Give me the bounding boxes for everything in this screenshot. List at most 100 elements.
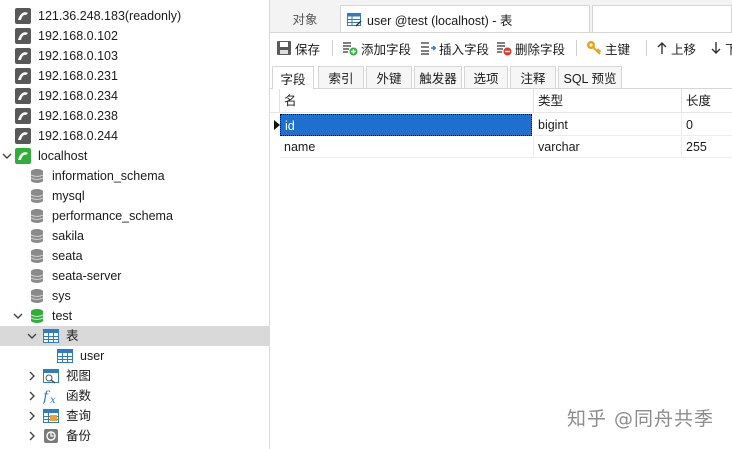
tab-label: 选项 [473, 72, 499, 86]
move-down-label: 下 [725, 42, 732, 57]
cell-value: 255 [686, 140, 707, 154]
tree-item-functions[interactable]: fx 函数 [0, 386, 269, 406]
cell-value: 0 [686, 118, 693, 132]
field-length-cell[interactable]: 255 [682, 136, 732, 158]
tree-item-label: 121.36.248.183(readonly) [38, 9, 182, 23]
database-icon [29, 228, 45, 244]
field-length-cell[interactable]: 0 [682, 114, 732, 136]
tree-item-database[interactable]: seata-server [0, 266, 269, 286]
add-field-label: 添加字段 [361, 42, 412, 57]
view-icon [43, 368, 59, 384]
delete-field-label: 删除字段 [515, 42, 566, 57]
table-icon [57, 348, 73, 364]
tab-indexes[interactable]: 索引 [318, 66, 364, 88]
save-label: 保存 [295, 42, 321, 57]
tree-item-connection[interactable]: 192.168.0.234 [0, 86, 269, 106]
mysql-connection-icon [15, 128, 31, 144]
document-tab-bar: 对象 user @test (localhost) - 表 [270, 0, 732, 33]
tree-item-database[interactable]: mysql [0, 186, 269, 206]
tree-item-tables[interactable]: 表 [0, 326, 269, 346]
database-icon [29, 288, 45, 304]
tree-item-database-test[interactable]: test [0, 306, 269, 326]
cell-value: name [284, 140, 316, 154]
insert-field-button[interactable]: 插入字段 [420, 37, 489, 59]
tree-item-database[interactable]: performance_schema [0, 206, 269, 226]
tab-label: 字段 [280, 72, 306, 87]
header-label: 长度 [686, 94, 712, 108]
database-open-icon [29, 308, 45, 324]
mysql-connection-icon [15, 108, 31, 124]
tree-item-label: sakila [52, 229, 84, 243]
svg-text:x: x [50, 395, 56, 404]
column-header-length[interactable]: 长度 [682, 89, 732, 113]
tree-item-connection[interactable]: 192.168.0.102 [0, 26, 269, 46]
chevron-right-icon[interactable] [25, 386, 39, 406]
chevron-down-icon[interactable] [0, 146, 14, 166]
tree-item-label: 表 [66, 329, 79, 343]
tree-item-connection[interactable]: 192.168.0.103 [0, 46, 269, 66]
tree-item-label: 备份 [66, 429, 92, 443]
add-field-button[interactable]: 添加字段 [342, 37, 411, 59]
tree-item-database[interactable]: sakila [0, 226, 269, 246]
delete-field-button[interactable]: 删除字段 [496, 37, 565, 59]
editor-panel: 对象 user @test (localhost) - 表 保存 添加字段 插入… [270, 0, 732, 449]
tree-item-connection[interactable]: 121.36.248.183(readonly) [0, 6, 269, 26]
field-type-cell[interactable]: bigint [534, 114, 682, 136]
mysql-connection-icon [15, 68, 31, 84]
tab-label: 对象 [292, 13, 318, 27]
chevron-down-icon[interactable] [25, 326, 39, 346]
move-down-button[interactable]: 下 [710, 37, 732, 59]
tree-item-label: seata-server [52, 269, 122, 283]
tree-item-backups[interactable]: 备份 [0, 426, 269, 446]
tree-item-database[interactable]: sys [0, 286, 269, 306]
tree-item-label: 查询 [66, 409, 92, 423]
tab-sql-preview[interactable]: SQL 预览 [558, 66, 622, 88]
insert-field-icon [421, 42, 436, 55]
tab-foreign-keys[interactable]: 外键 [366, 66, 412, 88]
tab-triggers[interactable]: 触发器 [414, 66, 462, 88]
mysql-connection-icon [15, 88, 31, 104]
query-icon [43, 408, 59, 424]
tree-item-connection[interactable]: 192.168.0.231 [0, 66, 269, 86]
database-icon [29, 248, 45, 264]
chevron-right-icon[interactable] [25, 406, 39, 426]
watermark: 知乎 @同舟共季 [566, 408, 714, 430]
add-field-icon [343, 42, 358, 56]
tab-options[interactable]: 选项 [464, 66, 508, 88]
tree-item-localhost[interactable]: localhost [0, 146, 269, 166]
tree-item-label: information_schema [52, 169, 165, 183]
save-button[interactable]: 保存 [276, 37, 320, 59]
tree-item-label: test [52, 309, 73, 323]
function-icon: fx [42, 388, 59, 406]
tree-item-table-user[interactable]: user [0, 346, 269, 366]
delete-field-icon [497, 42, 512, 56]
tree-item-label: 192.168.0.231 [38, 69, 118, 83]
tree-item-connection[interactable]: 192.168.0.238 [0, 106, 269, 126]
chevron-down-icon[interactable] [11, 306, 25, 326]
column-header-type[interactable]: 类型 [534, 89, 682, 113]
tab-objects[interactable]: 对象 [270, 5, 340, 32]
field-name-cell[interactable]: name [280, 136, 534, 158]
primary-key-button[interactable]: 主键 [586, 37, 630, 59]
database-icon [29, 188, 45, 204]
tree-item-label: 192.168.0.244 [38, 129, 118, 143]
tree-item-database[interactable]: information_schema [0, 166, 269, 186]
field-type-cell[interactable]: varchar [534, 136, 682, 158]
chevron-right-icon[interactable] [25, 366, 39, 386]
tab-comments[interactable]: 注释 [510, 66, 556, 88]
tree-item-views[interactable]: 视图 [0, 366, 269, 386]
tree-item-database[interactable]: seata [0, 246, 269, 266]
tab-table-design[interactable]: user @test (localhost) - 表 [340, 5, 590, 32]
tab-label: 触发器 [419, 72, 457, 86]
tree-item-queries[interactable]: 查询 [0, 406, 269, 426]
move-up-button[interactable]: 上移 [656, 37, 696, 59]
chevron-right-icon[interactable] [25, 426, 39, 446]
tab-fields[interactable]: 字段 [272, 66, 314, 89]
tree-item-connection[interactable]: 192.168.0.244 [0, 126, 269, 146]
primary-key-label: 主键 [605, 42, 631, 57]
toolbar-divider [332, 40, 333, 56]
field-name-cell[interactable]: id [280, 114, 532, 136]
column-header-name[interactable]: 名 [280, 89, 534, 113]
mysql-connection-icon [15, 8, 31, 24]
design-toolbar: 保存 添加字段 插入字段 删除字段 主键 上移 下 [270, 33, 732, 63]
